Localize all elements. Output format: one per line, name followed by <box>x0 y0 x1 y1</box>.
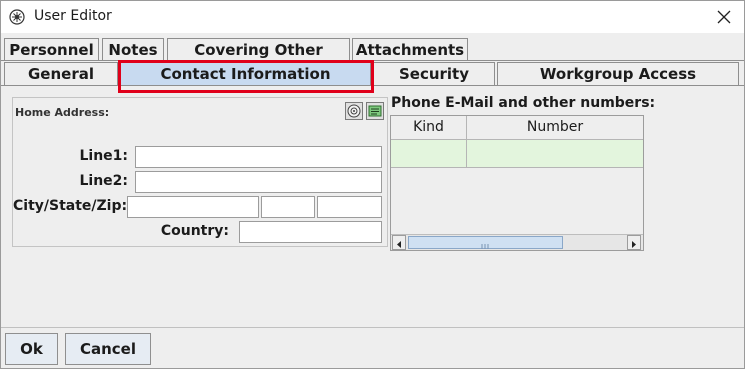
top-tab-row: Personnel Notes Covering Other Users Att… <box>1 38 744 81</box>
tab-general[interactable]: General <box>4 62 118 85</box>
horizontal-scrollbar[interactable] <box>391 234 643 250</box>
button-bar-divider <box>1 327 744 328</box>
tab-workgroup-access[interactable]: Workgroup Access <box>497 62 739 85</box>
app-logo-icon <box>9 9 25 25</box>
scroll-left-button[interactable] <box>392 235 406 250</box>
card-button[interactable] <box>366 102 384 120</box>
table-row[interactable] <box>391 140 643 168</box>
phone-table: Kind Number <box>390 115 644 251</box>
line2-label: Line2: <box>79 173 128 189</box>
scroll-thumb[interactable] <box>408 236 563 249</box>
city-state-zip-label: City/State/Zip: <box>13 198 128 214</box>
column-header-kind[interactable]: Kind <box>391 116 467 140</box>
column-header-number[interactable]: Number <box>467 116 643 140</box>
tab-divider <box>1 60 744 61</box>
bottom-tab-row: General Contact Information Security Wor… <box>1 62 744 85</box>
zip-field[interactable] <box>317 196 382 218</box>
globe-button[interactable] <box>345 102 363 120</box>
cancel-button[interactable]: Cancel <box>65 333 151 365</box>
state-field[interactable] <box>261 196 315 218</box>
home-address-title: Home Address: <box>15 106 110 119</box>
window-title: User Editor <box>34 8 112 24</box>
line1-field[interactable] <box>135 146 382 168</box>
country-label: Country: <box>160 223 229 239</box>
line1-label: Line1: <box>79 148 128 164</box>
tab-attachments[interactable]: Attachments <box>352 38 468 61</box>
line2-field[interactable] <box>135 171 382 193</box>
arrow-right-icon <box>632 241 636 248</box>
arrow-left-icon <box>397 241 401 248</box>
number-cell[interactable] <box>467 140 643 168</box>
tab-covering-other-users[interactable]: Covering Other Users <box>167 38 350 81</box>
tab-personnel[interactable]: Personnel <box>4 38 99 61</box>
title-bar: User Editor <box>1 1 744 33</box>
grip-icon <box>481 244 489 249</box>
country-field[interactable] <box>239 221 382 243</box>
kind-cell[interactable] <box>391 140 467 168</box>
ok-button[interactable]: Ok <box>5 333 58 365</box>
tab-security[interactable]: Security <box>373 62 495 85</box>
tab-contact-information[interactable]: Contact Information <box>120 62 371 85</box>
city-field[interactable] <box>127 196 259 218</box>
user-editor-window: User Editor Personnel Notes Covering Oth… <box>0 0 745 369</box>
scroll-right-button[interactable] <box>627 235 641 250</box>
home-address-group: Home Address: Line1: Line2: City/State/Z… <box>12 97 388 247</box>
tab-divider <box>1 85 744 86</box>
globe-icon <box>347 104 361 118</box>
close-button[interactable] <box>707 3 741 31</box>
contact-information-panel: Home Address: Line1: Line2: City/State/Z… <box>4 89 742 327</box>
phone-section-title: Phone E-Mail and other numbers: <box>391 95 656 111</box>
tab-notes[interactable]: Notes <box>102 38 164 61</box>
close-icon <box>717 10 731 24</box>
card-icon <box>368 105 382 117</box>
